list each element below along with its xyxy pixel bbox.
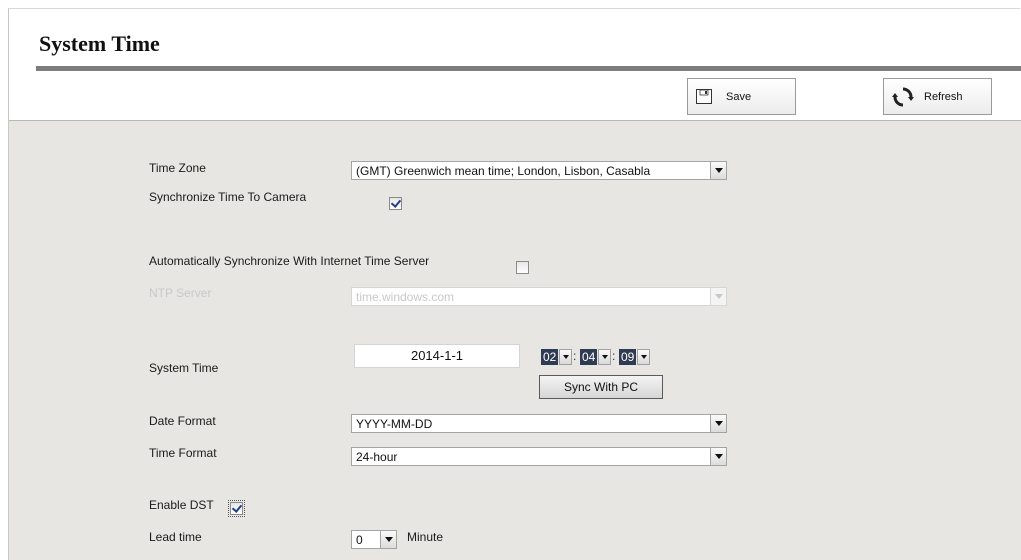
time-format-select[interactable]: 24-hour — [351, 447, 727, 466]
settings-panel — [9, 121, 1021, 560]
date-input[interactable]: 2014-1-1 — [354, 344, 520, 368]
lead-time-unit: Minute — [407, 530, 444, 544]
date-format-value: YYYY-MM-DD — [356, 416, 433, 431]
auto-sync-checkbox[interactable] — [516, 261, 529, 274]
chevron-down-icon — [710, 288, 726, 305]
chevron-down-icon — [637, 349, 651, 365]
page-title: System Time — [39, 31, 160, 56]
time-zone-label: Time Zone — [149, 161, 206, 175]
sync-camera-label: Synchronize Time To Camera — [149, 190, 307, 204]
lead-time-label: Lead time — [149, 530, 202, 544]
refresh-label: Refresh — [924, 90, 963, 103]
save-button[interactable]: Save — [687, 78, 796, 115]
time-separator: : — [573, 349, 577, 363]
ntp-server-value: time.windows.com — [356, 289, 455, 304]
second-value: 09 — [619, 349, 637, 365]
chevron-down-icon — [710, 448, 726, 465]
chevron-down-icon — [598, 349, 612, 365]
system-time-label: System Time — [149, 361, 219, 375]
chevron-down-icon — [710, 415, 726, 432]
time-format-value: 24-hour — [356, 449, 398, 464]
time-format-label: Time Format — [149, 446, 217, 460]
date-format-label: Date Format — [149, 414, 216, 428]
dst-checkbox[interactable] — [228, 500, 245, 517]
lead-time-select[interactable]: 0 — [351, 530, 397, 549]
auto-sync-label: Automatically Synchronize With Internet … — [149, 254, 430, 268]
floppy-disk-icon — [696, 89, 712, 104]
chevron-down-icon — [380, 531, 396, 548]
lead-time-value: 0 — [356, 532, 363, 547]
chevron-down-icon — [710, 162, 726, 179]
second-select[interactable]: 09 — [619, 348, 651, 366]
dst-label: Enable DST — [149, 498, 214, 512]
time-zone-select[interactable]: (GMT) Greenwich mean time; London, Lisbo… — [351, 161, 727, 180]
minute-value: 04 — [580, 349, 598, 365]
minute-select[interactable]: 04 — [580, 348, 612, 366]
sync-camera-checkbox[interactable] — [389, 197, 402, 210]
time-separator: : — [612, 349, 616, 363]
ntp-server-label: NTP Server — [149, 286, 212, 300]
page-frame: System Time Save Refresh Time Zone (GMT)… — [8, 8, 1021, 560]
hour-value: 02 — [541, 349, 559, 365]
chevron-down-icon — [559, 349, 573, 365]
title-divider — [36, 66, 1021, 71]
time-zone-value: (GMT) Greenwich mean time; London, Lisbo… — [356, 163, 651, 178]
hour-select[interactable]: 02 — [541, 348, 573, 366]
refresh-icon — [892, 86, 914, 108]
header: System Time Save Refresh — [9, 9, 1021, 121]
sync-with-pc-button[interactable]: Sync With PC — [539, 375, 663, 399]
ntp-server-select[interactable]: time.windows.com — [351, 287, 727, 306]
save-label: Save — [726, 90, 752, 103]
date-format-select[interactable]: YYYY-MM-DD — [351, 414, 727, 433]
refresh-button[interactable]: Refresh — [883, 78, 992, 115]
